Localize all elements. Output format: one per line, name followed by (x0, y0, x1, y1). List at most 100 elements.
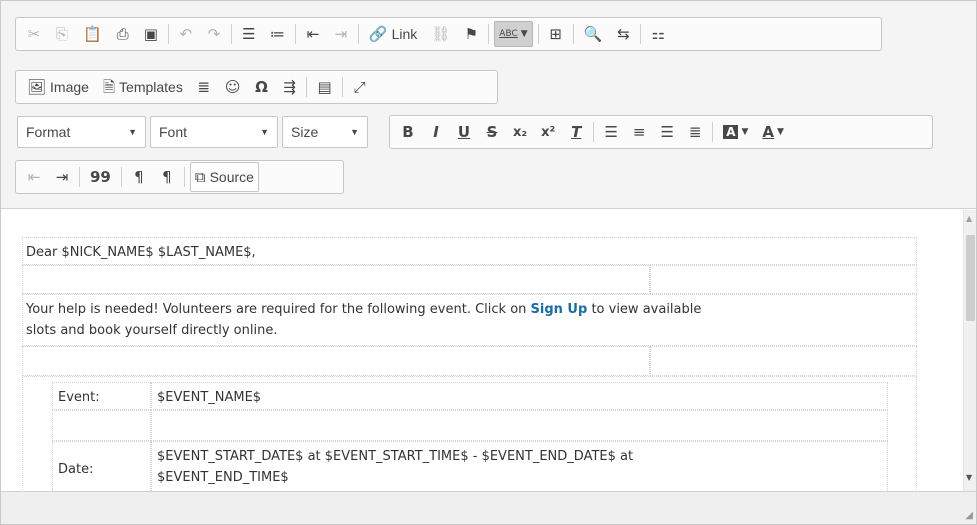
bg-color-button[interactable]: A ▼ (718, 119, 753, 145)
chevron-down-icon: ▼ (520, 29, 528, 39)
bulleted-list-button[interactable]: ≔ (265, 21, 290, 47)
separator (640, 24, 642, 44)
separator (537, 24, 539, 44)
subscript-button[interactable]: x₂ (508, 119, 532, 145)
outdent-block-button[interactable]: ⇤ (22, 164, 46, 190)
font-select[interactable]: Font ▼ (150, 116, 278, 148)
scroll-up-icon[interactable]: ▲ (966, 214, 972, 223)
italic-button[interactable]: I (424, 119, 448, 145)
horizontal-rule-button[interactable]: ≣ (192, 74, 216, 100)
bold-button[interactable]: B (396, 119, 420, 145)
align-left-button[interactable]: ☰ (599, 119, 623, 145)
separator (306, 77, 308, 97)
chevron-down-icon: ▼ (350, 127, 359, 137)
event-value: $EVENT_NAME$ (157, 390, 262, 405)
align-center-button[interactable]: ≡ (627, 119, 651, 145)
indent-block-button[interactable]: ⇥ (50, 164, 74, 190)
format-select[interactable]: Format ▼ (17, 116, 146, 148)
bold-icon: B (402, 122, 414, 141)
rtl-button[interactable]: ¶ (155, 164, 179, 190)
page-break-button[interactable]: ⚏ (646, 21, 670, 47)
copy-icon: ⎘ (55, 24, 68, 43)
source-button[interactable]: ⧉ Source (189, 162, 259, 192)
superscript-button[interactable]: x² (536, 119, 560, 145)
undo-button[interactable]: ↶ (174, 21, 198, 47)
link-button[interactable]: 🔗 Link (364, 21, 422, 47)
source-label: Source (209, 169, 254, 185)
insert-field-button[interactable]: ⇶ (277, 74, 301, 100)
date-value-cell: $EVENT_START_DATE$ at $EVENT_START_TIME$… (151, 441, 888, 491)
strike-button[interactable]: S (480, 119, 504, 145)
date-value-line-2: $EVENT_END_TIME$ (157, 470, 289, 485)
scroll-down-icon[interactable]: ▼ (966, 473, 972, 482)
resize-grip-icon[interactable]: ◢ (965, 510, 973, 521)
cut-button[interactable]: ✂ (22, 21, 46, 47)
paste-word-button[interactable]: ▣ (139, 21, 163, 47)
align-right-button[interactable]: ☰ (655, 119, 679, 145)
smiley-button[interactable]: ☺ (220, 74, 246, 100)
redo-button[interactable]: ↷ (202, 21, 226, 47)
flag-icon: ⚑ (464, 24, 479, 43)
maximize-button[interactable]: ⤢ (348, 74, 372, 100)
date-label-cell: Date: (52, 441, 151, 491)
increase-indent-button[interactable]: ⇥ (329, 21, 353, 47)
table-button[interactable]: ⊞ (544, 21, 568, 47)
insert-field-icon: ⇶ (283, 77, 296, 96)
align-center-icon: ≡ (632, 122, 646, 141)
size-select[interactable]: Size ▼ (282, 116, 368, 148)
separator (593, 122, 595, 142)
blockquote-button[interactable]: 99 (85, 164, 116, 190)
greeting-cell: Dear $NICK_NAME$ $LAST_NAME$, (22, 237, 917, 265)
image-button[interactable]: 🖼 Image (22, 74, 94, 100)
paste-button[interactable]: 📋 (78, 21, 107, 47)
chevron-down-icon: ▼ (260, 127, 269, 137)
search-icon: 🔍 (583, 24, 603, 43)
toolbar-row-2: 🖼 Image 🗎 Templates ≣ ☺ Ω ⇶ ▤ ⤢ (15, 70, 498, 104)
chevron-down-icon: ▼ (777, 127, 784, 137)
scrollbar-thumb[interactable] (966, 235, 975, 321)
separator (79, 167, 80, 187)
background-color-icon: A (723, 125, 739, 139)
toolbar-formatting: B I U S x₂ x² T ☰ ≡ ☰ ≣ A ▼ A ▼ (389, 115, 933, 149)
copy-button[interactable]: ⎘ (50, 21, 74, 47)
separator (341, 77, 343, 97)
special-char-button[interactable]: Ω (249, 74, 273, 100)
event-value-cell: $EVENT_NAME$ (151, 382, 888, 410)
show-blocks-button[interactable]: ▤ (312, 74, 336, 100)
editor-statusbar: ◢ (1, 491, 976, 524)
ltr-button[interactable]: ¶ (127, 164, 151, 190)
vertical-scrollbar[interactable]: ▲ ▼ (963, 210, 976, 491)
align-left-icon: ☰ (604, 122, 618, 141)
smiley-icon: ☺ (224, 77, 241, 96)
sign-up-link[interactable]: Sign Up (531, 302, 588, 317)
separator (183, 167, 185, 187)
editor-toolbar: ✂ ⎘ 📋 ⎙ ▣ ↶ ↷ ☰ ≔ ⇤ ⇥ 🔗 Link ⛓ ⚑ ABC ▼ ⊞ 🔍… (1, 1, 976, 209)
text-color-button[interactable]: A ▼ (757, 119, 789, 145)
underline-button[interactable]: U (452, 119, 476, 145)
omega-icon: Ω (255, 77, 268, 96)
empty-cell (650, 346, 917, 376)
templates-button[interactable]: 🗎 Templates (98, 74, 188, 100)
remove-format-button[interactable]: T (564, 119, 588, 145)
separator (167, 24, 169, 44)
numbered-list-button[interactable]: ☰ (237, 21, 261, 47)
replace-button[interactable]: ⇆ (611, 21, 635, 47)
separator (357, 24, 359, 44)
find-button[interactable]: 🔍 (579, 21, 608, 47)
justify-button[interactable]: ≣ (683, 119, 707, 145)
spellcheck-button[interactable]: ABC ▼ (494, 21, 533, 47)
image-icon: 🖼 (27, 77, 47, 96)
font-select-value: Font (159, 124, 188, 140)
empty-cell (52, 410, 151, 441)
undo-icon: ↶ (179, 24, 193, 43)
editor-content[interactable]: Dear $NICK_NAME$ $LAST_NAME$, Your help … (1, 210, 963, 491)
subscript-icon: x₂ (513, 124, 528, 140)
decrease-indent-button[interactable]: ⇤ (301, 21, 325, 47)
paste-text-button[interactable]: ⎙ (111, 21, 135, 47)
intro-text-end: to view available (587, 302, 702, 317)
replace-icon: ⇆ (617, 24, 630, 43)
unlink-button[interactable]: ⛓ (426, 21, 455, 47)
align-right-icon: ☰ (660, 122, 674, 141)
anchor-button[interactable]: ⚑ (459, 21, 483, 47)
bulleted-list-icon: ≔ (269, 24, 285, 43)
